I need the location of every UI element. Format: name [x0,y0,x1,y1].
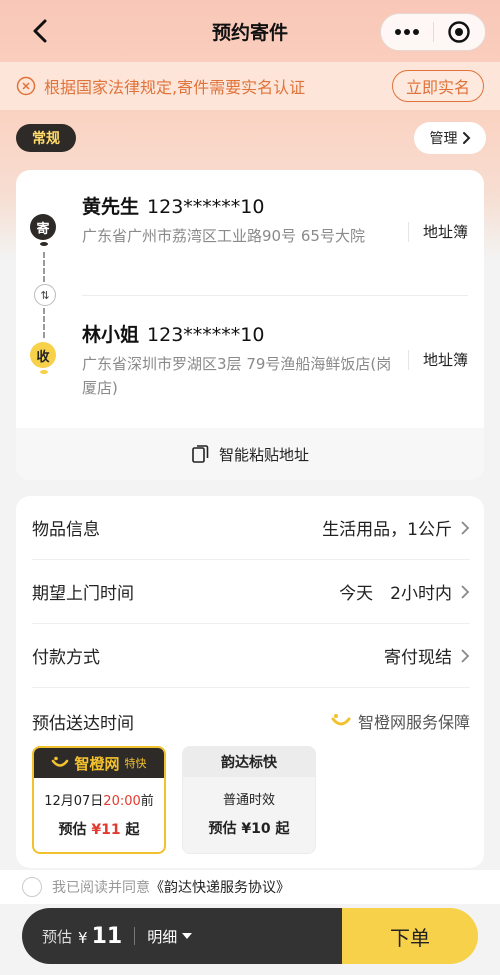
yunda-option-header: 韵达标快 [183,747,315,777]
service-guarantee[interactable]: 智橙网服务保障 [330,709,470,733]
zhicheng-eta: 12月07日20:00前 [34,790,164,809]
yunda-price: 预估 ¥10 起 [208,821,290,837]
total-price: ¥11 [78,924,122,949]
chevron-right-icon [462,132,470,144]
payment-method-row[interactable]: 付款方式 寄付现结 [32,624,470,688]
pickup-time-value: 今天 2小时内 [339,584,452,604]
price-amount-total: 11 [91,923,123,949]
manage-button[interactable]: 管理 [414,122,486,154]
miniprogram-capsule [380,13,486,51]
verify-now-button[interactable]: 立即实名 [391,70,484,102]
sender-name-line: 黄先生 123******10 [82,192,264,219]
receiver-pin-icon: 收 [30,342,58,378]
smart-paste-button[interactable]: 智能粘贴地址 [16,428,484,480]
caret-down-icon [182,933,193,939]
sender-name: 黄先生 [82,196,140,218]
price-suffix: 起 [125,822,140,838]
nav-bar: 预约寄件 [0,0,500,62]
address-divider [82,295,468,296]
address-card: 寄 黄先生 123******10 广东省广州市荔湾区工业路90号 65号大院 地… [16,170,484,480]
agreement-text: 我已阅读并同意 [52,880,150,896]
receiver-name: 林小姐 [82,324,140,346]
payment-method-value: 寄付现结 [384,648,452,668]
zhicheng-option-header: 智橙网 特快 [34,748,164,778]
item-info-row[interactable]: 物品信息 生活用品，1公斤 [32,496,470,560]
yunda-eta: 普通时效 [222,793,275,808]
receiver-address: 广东省深圳市罗湖区3层 79号渔船海鲜饭店(岗厦店) [82,355,392,397]
notice-text: 根据国家法律规定,寄件需要实名认证 [44,78,306,97]
place-order-button[interactable]: 下单 [342,908,478,964]
swap-icon[interactable]: ⇅ [34,284,56,306]
pickup-time-row[interactable]: 期望上门时间 今天 2小时内 [32,560,470,624]
more-icon[interactable] [381,14,433,50]
sender-pin-icon: 寄 [30,214,58,250]
price-summary: 预估 ¥11 明细 [22,908,342,964]
price-amount: ¥11 [91,822,121,838]
chevron-right-icon [461,648,470,663]
eta-suffix: 前 [140,794,154,809]
service-guarantee-label: 智橙网服务保障 [357,713,470,732]
route-dashed-line [43,252,45,282]
zhicheng-brand: 智橙网 [74,754,120,773]
sender-badge: 寄 [30,214,56,240]
estimated-delivery-row: 预估送达时间 智橙网服务保障 [32,706,470,736]
sender-address-book-button[interactable]: 地址簿 [407,222,468,242]
agreement-row: 我已阅读并同意 《韵达快递服务协议》 [0,870,500,904]
zhicheng-smile-icon [331,714,351,726]
manage-label: 管理 [429,131,458,147]
express-tag: 特快 [124,757,147,770]
sender-phone: 123******10 [147,196,265,218]
pickup-time-label: 期望上门时间 [32,584,134,604]
chevron-right-icon [461,584,470,599]
receiver-badge: 收 [30,342,56,368]
estimate-label: 预估 [42,927,73,946]
smart-paste-label: 智能粘贴地址 [218,445,309,464]
item-info-label: 物品信息 [32,520,100,540]
eta-time: 20:00 [103,794,141,809]
chevron-right-icon [461,520,470,535]
detail-label: 明细 [147,927,178,946]
eta-date: 12月07日 [44,794,104,809]
bottom-action-bar: 预估 ¥11 明细 下单 [22,908,478,964]
price-detail-button[interactable]: 明细 [147,926,193,947]
courier-option-zhicheng[interactable]: 智橙网 特快 12月07日20:00前 预估 ¥11 起 [32,746,166,854]
page-title: 预约寄件 [211,21,288,44]
sender-pin-tail [40,242,48,246]
currency-symbol: ¥ [78,928,88,947]
regular-tag: 常规 [16,124,76,152]
agreement-link[interactable]: 《韵达快递服务协议》 [150,877,290,897]
close-circle-icon[interactable] [16,76,36,96]
zhicheng-price: 预估 ¥11 起 [34,819,164,839]
payment-method-label: 付款方式 [32,648,100,668]
courier-option-yunda[interactable]: 韵达标快 普通时效 预估 ¥10 起 [182,746,316,854]
estimated-delivery-label: 预估送达时间 [32,713,134,734]
item-info-value: 生活用品，1公斤 [322,520,452,540]
receiver-pin-tail [40,370,48,374]
price-prefix: 预估 [58,822,87,838]
shipment-info-card: 物品信息 生活用品，1公斤 期望上门时间 今天 2小时内 付款方式 寄付现结 预… [16,496,484,868]
notice-bar: 根据国家法律规定,寄件需要实名认证 立即实名 [0,62,500,110]
receiver-name-line: 林小姐 123******10 [82,320,264,347]
back-icon[interactable] [26,16,56,46]
agree-checkbox[interactable] [22,877,42,897]
zhicheng-logo-icon [52,756,69,767]
close-miniprogram-icon[interactable] [434,14,486,50]
receiver-address-book-button[interactable]: 地址簿 [407,350,468,370]
receiver-phone: 123******10 [147,324,265,346]
route-dashed-line-2 [43,308,45,338]
price-divider [134,927,136,945]
clipboard-icon [192,445,209,463]
sender-address: 广东省广州市荔湾区工业路90号 65号大院 [82,227,365,245]
